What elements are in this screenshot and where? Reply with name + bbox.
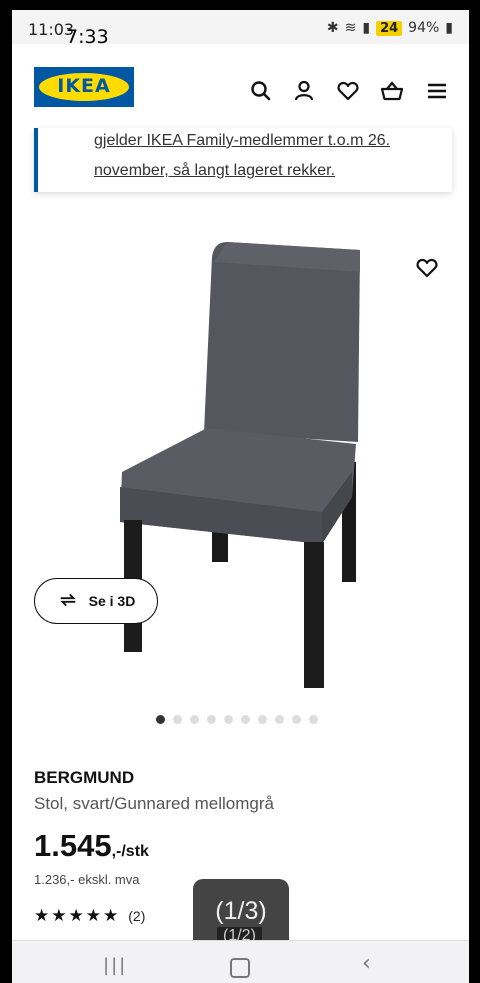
price-ex-vat: 1.236,- ekskl. mva [34,872,140,887]
gallery-dot[interactable] [207,715,216,724]
wifi-icon: ≋ [344,20,357,36]
favorite-heart-icon[interactable] [414,255,440,281]
promo-banner: gjelder IKEA Family-medlemmer t.o.m 26. … [34,128,452,192]
gallery-dot[interactable] [309,715,318,724]
phone-screen: 11:03 7:33 ✱ ≋ ▮ 24 94% ▮ IKEA ✕ [12,10,469,983]
ikea-logo[interactable]: IKEA [34,67,134,107]
logo-text: IKEA [57,75,111,97]
signal-icon: ▮ [362,20,371,36]
product-image[interactable] [112,232,372,692]
star-icon: ★ [68,906,84,926]
gallery-dot[interactable] [258,715,267,724]
home-icon[interactable] [230,958,250,978]
gallery-dot[interactable] [275,715,284,724]
rotate-3d-icon [57,589,79,614]
product-name: BERGMUND [34,768,135,787]
star-icon: ★ [85,906,101,926]
view-3d-label: Se i 3D [88,593,136,609]
gallery-dot[interactable] [190,715,199,724]
search-icon[interactable] [248,78,274,104]
bluetooth-icon: ✱ [326,20,339,36]
image-counter: (1/3) [215,897,267,925]
star-icon: ★ [34,906,50,926]
status-badge: 24 [376,20,403,36]
gallery-dot[interactable] [241,715,250,724]
status-icons: ✱ ≋ ▮ 24 94% ▮ [327,20,453,36]
heart-icon[interactable] [335,78,361,104]
system-nav-bar: ||| ‹ [12,940,469,983]
battery-text: 94% [408,20,440,36]
promo-banner-link[interactable]: gjelder IKEA Family-medlemmer t.o.m 26. … [94,126,444,186]
price-amount: 1.545 [34,828,112,863]
rating-count: (2) [128,908,146,924]
cart-icon[interactable] [379,78,405,104]
product-rating[interactable]: ★ ★ ★ ★ ★ (2) [34,906,145,926]
recent-apps-icon[interactable]: ||| [103,955,127,976]
gallery-dot[interactable] [173,715,182,724]
star-icon: ★ [103,906,119,926]
user-icon[interactable] [291,78,317,104]
price-unit: ,-/stk [111,843,149,860]
gallery-dot[interactable] [156,715,165,724]
view-3d-button[interactable]: Se i 3D [34,578,158,624]
product-description: Stol, svart/Gunnared mellomgrå [34,794,274,813]
star-icon: ★ [51,906,67,926]
battery-icon: ▮ [445,20,453,36]
status-bar: 11:03 7:33 ✱ ≋ ▮ 24 94% ▮ [12,10,469,48]
back-icon[interactable]: ‹ [362,951,371,976]
gallery-pagination [156,715,318,724]
product-price: 1.545,-/stk [34,828,149,864]
gallery-dot[interactable] [292,715,301,724]
site-header: IKEA ✕ [12,44,469,147]
gallery-dot[interactable] [224,715,233,724]
menu-icon[interactable] [424,78,450,104]
